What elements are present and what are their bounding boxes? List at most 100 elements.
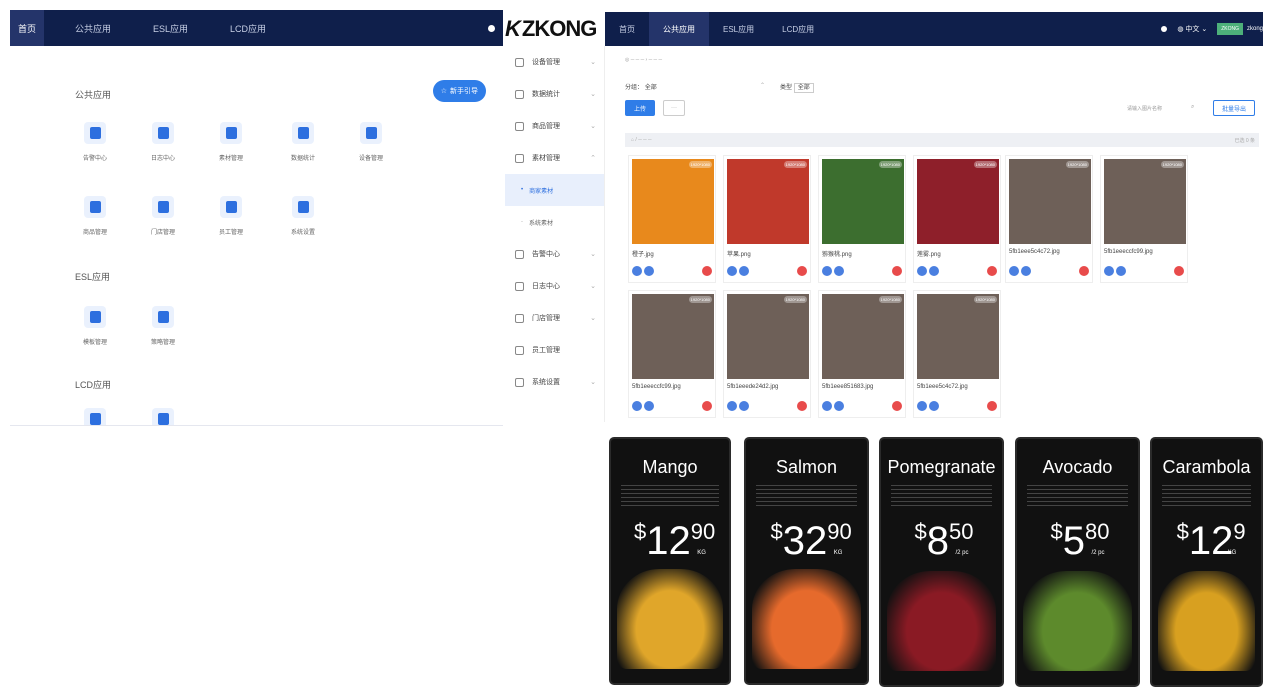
sidebar-item-statistics[interactable]: 数据统计 ⌄ bbox=[505, 78, 604, 110]
sidebar-item-settings[interactable]: 系统设置 ⌄ bbox=[505, 366, 604, 398]
send-icon[interactable] bbox=[1021, 266, 1031, 276]
delete-icon[interactable] bbox=[797, 401, 807, 411]
send-icon[interactable] bbox=[834, 266, 844, 276]
send-icon[interactable] bbox=[644, 266, 654, 276]
more-button[interactable]: ··· bbox=[663, 100, 685, 116]
delete-icon[interactable] bbox=[892, 401, 902, 411]
material-card[interactable]: 1920*1080 5fb1eee5c4c72.jpg bbox=[913, 290, 1001, 418]
chevron-up-icon[interactable]: ⌃ bbox=[760, 82, 765, 89]
material-thumbnail[interactable]: 1920*1080 bbox=[822, 159, 904, 244]
sidebar-item-goods[interactable]: 商品管理 ⌄ bbox=[505, 110, 604, 142]
preview-icon[interactable] bbox=[1104, 266, 1114, 276]
selection-bar: ⌂ / ─ ─ ─ 已选 0 条 bbox=[625, 133, 1259, 147]
delete-icon[interactable] bbox=[892, 266, 902, 276]
send-icon[interactable] bbox=[644, 401, 654, 411]
export-button[interactable]: 批量导出 bbox=[1213, 100, 1255, 116]
chart-icon bbox=[515, 89, 524, 99]
nav-public-apps[interactable]: 公共应用 bbox=[54, 10, 132, 46]
send-icon[interactable] bbox=[929, 266, 939, 276]
preview-icon[interactable] bbox=[727, 266, 737, 276]
app-statistics[interactable]: 数据统计 bbox=[278, 122, 328, 162]
material-thumbnail[interactable]: 1920*1080 bbox=[727, 294, 809, 379]
delete-icon[interactable] bbox=[1174, 266, 1184, 276]
sidebar-subitem-system-material[interactable]: · 系统素材 bbox=[505, 206, 604, 238]
material-thumbnail[interactable]: 1920*1080 bbox=[822, 294, 904, 379]
app-strategy[interactable]: 策略管理 bbox=[138, 306, 188, 346]
material-card[interactable]: 1920*1080 5fb1eee5c4c72.jpg bbox=[1005, 155, 1093, 283]
material-card[interactable]: 1920*1080 5fb1eeeccfc99.jpg bbox=[628, 290, 716, 418]
material-card[interactable]: 1920*1080 5fb1eee851683.jpg bbox=[818, 290, 906, 418]
search-input[interactable]: 请输入图片名称 bbox=[1127, 105, 1162, 112]
app-lcd-1[interactable] bbox=[70, 408, 120, 425]
app-goods[interactable]: 商品管理 bbox=[70, 196, 120, 236]
user-name[interactable]: zkong bbox=[1247, 26, 1263, 32]
sidebar-item-log[interactable]: 日志中心 ⌄ bbox=[505, 270, 604, 302]
material-thumbnail[interactable]: 1920*1080 bbox=[632, 159, 714, 244]
preview-icon[interactable] bbox=[632, 266, 642, 276]
sidebar-subitem-merchant-material[interactable]: • 商家素材 bbox=[505, 174, 604, 206]
preview-icon[interactable] bbox=[822, 266, 832, 276]
notification-icon[interactable] bbox=[488, 24, 495, 32]
nav-lcd-apps[interactable]: LCD应用 bbox=[768, 12, 828, 46]
material-card[interactable]: 1920*1080 莲雾.png bbox=[913, 155, 1001, 283]
guide-button[interactable]: ☆ 新手引导 bbox=[432, 80, 486, 102]
preview-icon[interactable] bbox=[917, 266, 927, 276]
material-card[interactable]: 1920*1080 猕猴桃.png bbox=[818, 155, 906, 283]
preview-icon[interactable] bbox=[727, 401, 737, 411]
strategy-icon bbox=[152, 306, 174, 328]
material-thumbnail[interactable]: 1920*1080 bbox=[917, 159, 999, 244]
material-thumbnail[interactable]: 1920*1080 bbox=[632, 294, 714, 379]
nav-esl-apps[interactable]: ESL应用 bbox=[709, 12, 768, 46]
language-selector[interactable]: ◍ 中文 ⌄ bbox=[1177, 24, 1207, 34]
preview-icon[interactable] bbox=[822, 401, 832, 411]
send-icon[interactable] bbox=[929, 401, 939, 411]
notification-icon[interactable] bbox=[1161, 26, 1168, 32]
material-thumbnail[interactable]: 1920*1080 bbox=[1104, 159, 1186, 244]
upload-button[interactable]: 上传 bbox=[625, 100, 655, 116]
type-filter[interactable]: 类型 全部 bbox=[780, 82, 814, 93]
search-icon[interactable]: ⌕ bbox=[1191, 104, 1194, 111]
delete-icon[interactable] bbox=[702, 401, 712, 411]
nav-home[interactable]: 首页 bbox=[10, 10, 45, 46]
group-filter[interactable]: 分组： 全部 bbox=[625, 82, 657, 91]
app-material[interactable]: 素材管理 bbox=[206, 122, 256, 162]
app-staff[interactable]: 员工管理 bbox=[206, 196, 256, 236]
app-template[interactable]: 模板管理 bbox=[70, 306, 120, 346]
send-icon[interactable] bbox=[834, 401, 844, 411]
sidebar-item-staff[interactable]: 员工管理 bbox=[505, 334, 604, 366]
app-settings[interactable]: 系统设置 bbox=[278, 196, 328, 236]
preview-icon[interactable] bbox=[917, 401, 927, 411]
material-thumbnail[interactable]: 1920*1080 bbox=[727, 159, 809, 244]
delete-icon[interactable] bbox=[987, 266, 997, 276]
nav-lcd-apps[interactable]: LCD应用 bbox=[209, 10, 287, 46]
nav-public-apps[interactable]: 公共应用 bbox=[649, 12, 709, 46]
nav-esl-apps[interactable]: ESL应用 bbox=[132, 10, 209, 46]
app-log-center[interactable]: 日志中心 bbox=[138, 122, 188, 162]
material-thumbnail[interactable]: 1920*1080 bbox=[917, 294, 999, 379]
material-thumbnail[interactable]: 1920*1080 bbox=[1009, 159, 1091, 244]
sidebar-item-material[interactable]: 素材管理 ⌃ bbox=[505, 142, 604, 174]
material-card[interactable]: 1920*1080 5fb1eeede24d2.jpg bbox=[723, 290, 811, 418]
material-card[interactable]: 1920*1080 橙子.jpg bbox=[628, 155, 716, 283]
sidebar-item-device[interactable]: 设备管理 ⌄ bbox=[505, 46, 604, 78]
app-device[interactable]: 设备管理 bbox=[346, 122, 396, 162]
app-store[interactable]: 门店管理 bbox=[138, 196, 188, 236]
preview-icon[interactable] bbox=[1009, 266, 1019, 276]
sidebar-item-store[interactable]: 门店管理 ⌄ bbox=[505, 302, 604, 334]
device-icon bbox=[515, 57, 524, 67]
delete-icon[interactable] bbox=[987, 401, 997, 411]
nav-home[interactable]: 首页 bbox=[605, 12, 649, 46]
material-card[interactable]: 1920*1080 5fb1eeeccfc99.jpg bbox=[1100, 155, 1188, 283]
sidebar-item-alarm[interactable]: 告警中心 ⌄ bbox=[505, 238, 604, 270]
app-alarm-center[interactable]: 告警中心 bbox=[70, 122, 120, 162]
material-card[interactable]: 1920*1080 苹果.png bbox=[723, 155, 811, 283]
app-lcd-2[interactable] bbox=[138, 408, 188, 425]
send-icon[interactable] bbox=[739, 266, 749, 276]
preview-icon[interactable] bbox=[632, 401, 642, 411]
send-icon[interactable] bbox=[1116, 266, 1126, 276]
delete-icon[interactable] bbox=[702, 266, 712, 276]
send-icon[interactable] bbox=[739, 401, 749, 411]
delete-icon[interactable] bbox=[797, 266, 807, 276]
chevron-down-icon: ⌄ bbox=[590, 91, 596, 98]
delete-icon[interactable] bbox=[1079, 266, 1089, 276]
